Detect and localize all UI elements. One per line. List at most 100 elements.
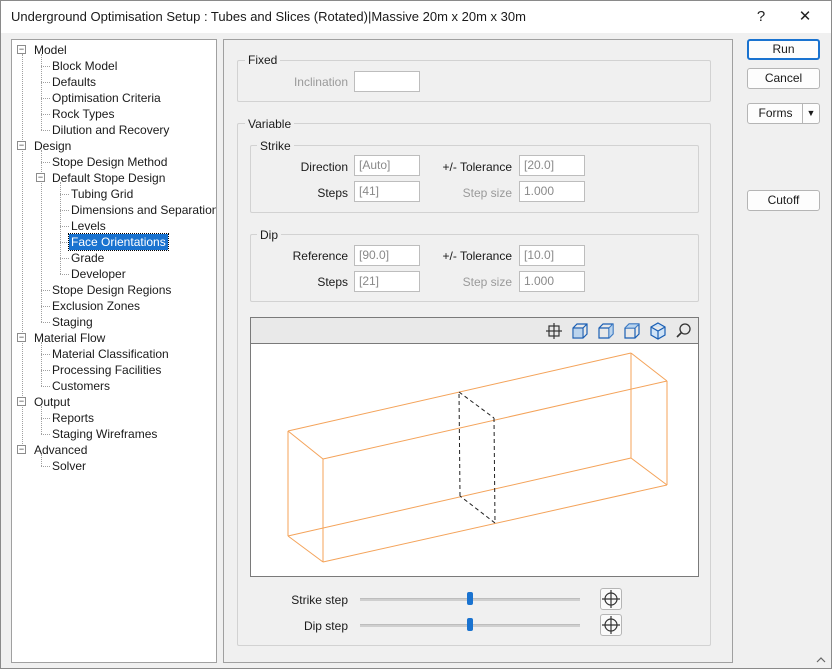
slice-plane-edge bbox=[458, 391, 461, 497]
dip-tolerance-field[interactable]: [10.0] bbox=[519, 245, 585, 266]
dip-tolerance-label: +/- Tolerance bbox=[442, 249, 513, 263]
tree-item-developer[interactable]: Developer bbox=[69, 266, 128, 282]
close-button[interactable]: ✕ bbox=[785, 1, 825, 33]
dip-reference-label: Reference bbox=[292, 249, 348, 263]
tree-item-grade[interactable]: Grade bbox=[69, 250, 106, 266]
tree-item-reports[interactable]: Reports bbox=[50, 410, 96, 426]
tree-connector bbox=[60, 210, 69, 211]
dip-step-label: Dip step bbox=[303, 619, 348, 633]
box-edge bbox=[287, 430, 324, 460]
tree-item-material-flow[interactable]: Material Flow bbox=[32, 330, 107, 346]
tree-connector bbox=[41, 386, 50, 387]
box-edge bbox=[630, 457, 668, 486]
tree-item-tubing-grid[interactable]: Tubing Grid bbox=[69, 186, 135, 202]
orientation-preview-viewer[interactable] bbox=[250, 317, 699, 577]
face-orientations-panel: Fixed Inclination Variable Strike Direct… bbox=[223, 39, 733, 663]
top-view-icon[interactable] bbox=[623, 322, 641, 340]
tree-item-levels[interactable]: Levels bbox=[69, 218, 108, 234]
dip-group-label: Dip bbox=[257, 228, 282, 242]
forms-button-label: Forms bbox=[758, 106, 793, 120]
tree-item-block-model[interactable]: Block Model bbox=[50, 58, 119, 74]
tree-item-rock-types[interactable]: Rock Types bbox=[50, 106, 116, 122]
run-button[interactable]: Run bbox=[747, 39, 820, 60]
dip-steps-field[interactable]: [21] bbox=[354, 271, 420, 292]
tree-connector bbox=[60, 194, 69, 195]
strike-step-center-button[interactable] bbox=[600, 588, 622, 610]
tree-item-solver[interactable]: Solver bbox=[50, 458, 88, 474]
collapse-toggle-icon[interactable]: − bbox=[17, 397, 26, 406]
strike-tolerance-field[interactable]: [20.0] bbox=[519, 155, 585, 176]
inclination-field[interactable] bbox=[354, 71, 420, 92]
tree-item-processing-facilities[interactable]: Processing Facilities bbox=[50, 362, 163, 378]
side-view-icon[interactable] bbox=[597, 322, 615, 340]
slice-plane-edge bbox=[493, 417, 496, 524]
tree-connector bbox=[22, 54, 23, 450]
tree-connector bbox=[60, 242, 69, 243]
tree-connector bbox=[41, 306, 50, 307]
tree-item-output[interactable]: Output bbox=[32, 394, 72, 410]
dip-step-size-field[interactable]: 1.000 bbox=[519, 271, 585, 292]
tree-connector bbox=[41, 66, 50, 67]
box-edge bbox=[322, 380, 668, 460]
dip-reference-field[interactable]: [90.0] bbox=[354, 245, 420, 266]
tree-item-optimisation-criteria[interactable]: Optimisation Criteria bbox=[50, 90, 163, 106]
tree-connector bbox=[41, 114, 50, 115]
forms-button[interactable]: Forms ▼ bbox=[747, 103, 820, 124]
front-view-icon[interactable] bbox=[571, 322, 589, 340]
tree-item-advanced[interactable]: Advanced bbox=[32, 442, 89, 458]
tree-item-stope-design-method[interactable]: Stope Design Method bbox=[50, 154, 169, 170]
fit-view-icon[interactable] bbox=[545, 322, 563, 340]
tree-item-exclusion-zones[interactable]: Exclusion Zones bbox=[50, 298, 142, 314]
slice-plane-edge bbox=[458, 391, 495, 419]
tree-item-defaults[interactable]: Defaults bbox=[50, 74, 98, 90]
dip-step-size-label: Step size bbox=[462, 275, 512, 289]
tree-item-face-orientations[interactable]: Face Orientations bbox=[68, 233, 169, 251]
iso-view-icon[interactable] bbox=[649, 322, 667, 340]
tree-item-staging[interactable]: Staging bbox=[50, 314, 95, 330]
dip-group bbox=[250, 234, 699, 302]
tree-item-stope-design-regions[interactable]: Stope Design Regions bbox=[50, 282, 173, 298]
slice-plane-edge bbox=[459, 495, 496, 524]
strike-step-label: Strike step bbox=[291, 593, 348, 607]
strike-step-size-field[interactable]: 1.000 bbox=[519, 181, 585, 202]
tree-item-model[interactable]: Model bbox=[32, 42, 69, 58]
tree-item-dimensions-and-separations[interactable]: Dimensions and Separations bbox=[69, 202, 216, 218]
dip-step-center-button[interactable] bbox=[600, 614, 622, 636]
collapse-toggle-icon[interactable]: − bbox=[17, 45, 26, 54]
collapse-toggle-icon[interactable]: − bbox=[17, 445, 26, 454]
window-title: Underground Optimisation Setup : Tubes a… bbox=[11, 9, 526, 24]
strike-direction-field[interactable]: [Auto] bbox=[354, 155, 420, 176]
tree-item-dilution-and-recovery[interactable]: Dilution and Recovery bbox=[50, 122, 171, 138]
inclination-label: Inclination bbox=[293, 75, 348, 89]
viewer-toolbar bbox=[251, 318, 698, 344]
tree-item-staging-wireframes[interactable]: Staging Wireframes bbox=[50, 426, 159, 442]
dip-step-slider-thumb[interactable] bbox=[467, 618, 473, 631]
collapse-toggle-icon[interactable]: − bbox=[36, 173, 45, 182]
cutoff-button-label: Cutoff bbox=[767, 193, 800, 207]
strike-step-size-label: Step size bbox=[462, 186, 512, 200]
collapse-toggle-icon[interactable]: − bbox=[17, 141, 26, 150]
tree-item-customers[interactable]: Customers bbox=[50, 378, 112, 394]
box-edge bbox=[287, 457, 632, 537]
tree-connector bbox=[41, 354, 50, 355]
tree-connector bbox=[41, 322, 50, 323]
tree-connector bbox=[60, 182, 61, 274]
box-edge bbox=[630, 352, 668, 382]
tree-connector bbox=[60, 274, 69, 275]
tree-connector bbox=[41, 130, 50, 131]
box-preview-canvas bbox=[287, 352, 668, 563]
resize-grip-icon[interactable] bbox=[815, 653, 827, 665]
collapse-toggle-icon[interactable]: − bbox=[17, 333, 26, 342]
tree-item-material-classification[interactable]: Material Classification bbox=[50, 346, 171, 362]
tree-connector bbox=[60, 226, 69, 227]
zoom-icon[interactable] bbox=[675, 322, 693, 340]
tree-item-design[interactable]: Design bbox=[32, 138, 73, 154]
strike-step-slider-thumb[interactable] bbox=[467, 592, 473, 605]
strike-direction-label: Direction bbox=[300, 160, 348, 174]
tree-item-default-stope-design[interactable]: Default Stope Design bbox=[50, 170, 167, 186]
strike-steps-field[interactable]: [41] bbox=[354, 181, 420, 202]
cutoff-button[interactable]: Cutoff bbox=[747, 190, 820, 211]
chevron-down-icon[interactable]: ▼ bbox=[802, 104, 819, 123]
help-button[interactable]: ? bbox=[741, 1, 781, 33]
cancel-button[interactable]: Cancel bbox=[747, 68, 820, 89]
